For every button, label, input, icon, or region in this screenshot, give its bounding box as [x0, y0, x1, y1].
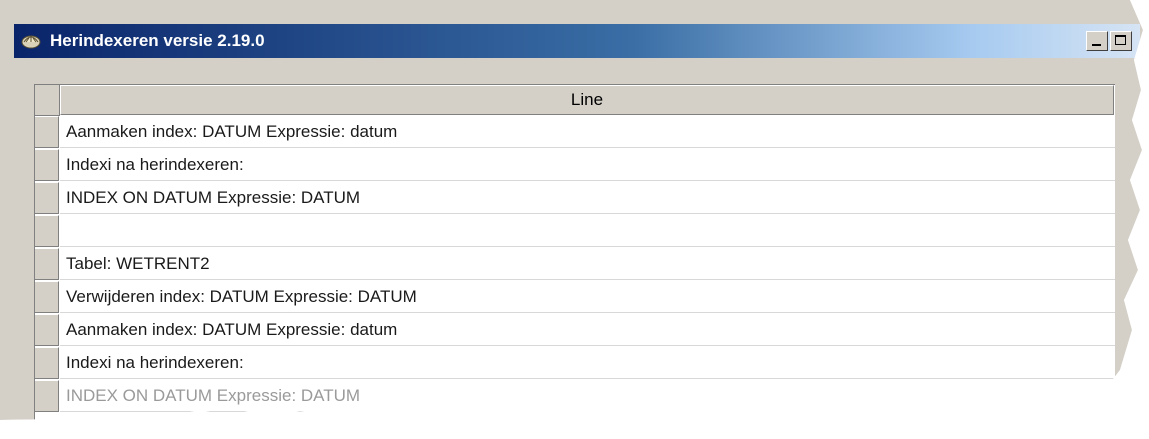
grid-cell[interactable]: Aanmaken index: DATUM Expressie: datum	[60, 314, 1115, 346]
grid-row[interactable]: Tabel: WETRENT2	[35, 248, 1115, 281]
row-selector[interactable]	[35, 347, 59, 379]
log-grid[interactable]: Line Aanmaken index: DATUM Expressie: da…	[34, 84, 1115, 439]
row-selector[interactable]	[35, 248, 59, 280]
grid-cell[interactable]: Aanmaken index: DATUM Expressie: datum	[60, 116, 1115, 148]
grid-cell[interactable]: Tabel: WETRENT2	[60, 248, 1115, 280]
minimize-button[interactable]	[1086, 31, 1108, 51]
minimize-icon	[1092, 44, 1101, 46]
grid-cell[interactable]: INDEX ON DATUM Expressie: DATUM	[60, 182, 1115, 214]
row-selector[interactable]	[35, 314, 59, 346]
grid-row[interactable]: Indexi na herindexeren:	[35, 347, 1115, 380]
column-header-line[interactable]: Line	[60, 85, 1114, 115]
grid-row[interactable]: Verwijderen index: DATUM Expressie: DATU…	[35, 281, 1115, 314]
title-bar[interactable]: Herindexeren versie 2.19.0	[14, 24, 1140, 58]
row-selector[interactable]	[35, 182, 59, 214]
row-selector[interactable]	[35, 215, 59, 247]
row-selector[interactable]	[35, 380, 59, 412]
grid-cell[interactable]: Verwijderen index: DATUM Expressie: DATU…	[60, 281, 1115, 313]
maximize-button[interactable]	[1110, 31, 1132, 51]
row-selector[interactable]	[35, 149, 59, 181]
grid-row[interactable]: INDEX ON DATUM Expressie: DATUM	[35, 380, 1115, 413]
grid-row[interactable]: Aanmaken index: DATUM Expressie: datum	[35, 116, 1115, 149]
grid-cell[interactable]	[60, 215, 1115, 247]
grid-header: Line	[35, 85, 1115, 117]
window-title: Herindexeren versie 2.19.0	[50, 31, 265, 50]
row-selector[interactable]	[35, 281, 59, 313]
row-selector[interactable]	[35, 116, 59, 148]
app-icon	[21, 35, 41, 49]
grid-cell[interactable]: Indexi na herindexeren:	[60, 149, 1115, 181]
maximize-icon	[1115, 35, 1126, 45]
grid-row[interactable]: Aanmaken index: DATUM Expressie: datum	[35, 314, 1115, 347]
grid-corner[interactable]	[35, 85, 60, 116]
grid-cell[interactable]: Indexi na herindexeren:	[60, 347, 1115, 379]
app-window: Herindexeren versie 2.19.0 Line Aanmaken…	[0, 0, 1149, 439]
grid-row[interactable]: INDEX ON DATUM Expressie: DATUM	[35, 182, 1115, 215]
grid-cell[interactable]: INDEX ON DATUM Expressie: DATUM	[60, 380, 1115, 412]
grid-row[interactable]	[35, 215, 1115, 248]
grid-row[interactable]: Indexi na herindexeren:	[35, 149, 1115, 182]
